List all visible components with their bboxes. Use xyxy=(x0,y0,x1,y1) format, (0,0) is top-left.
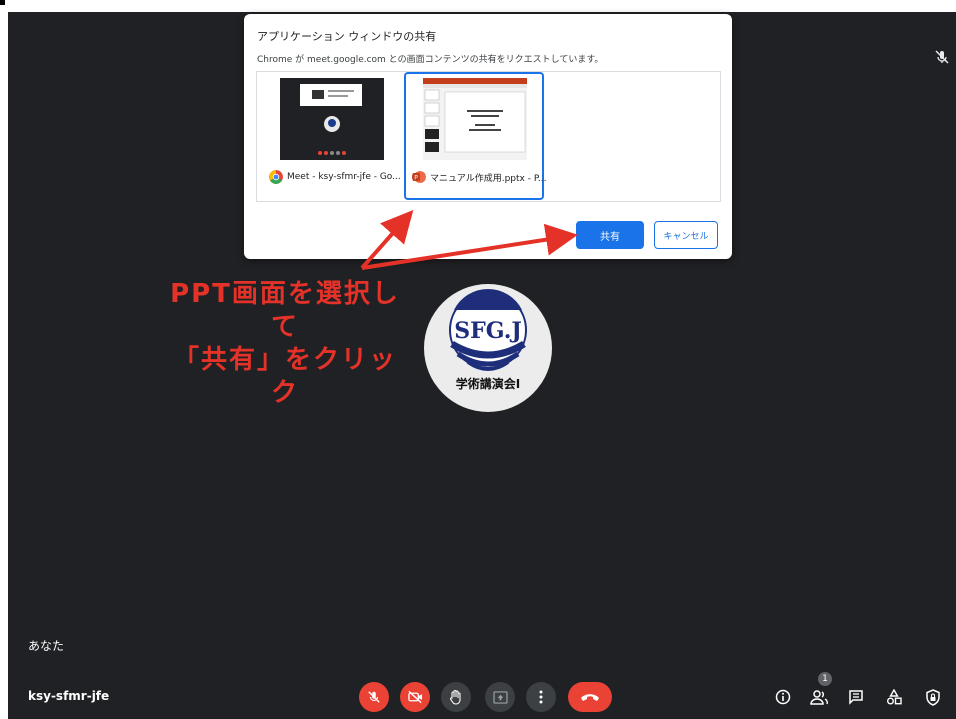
annotation-line-2: 「共有」をクリック xyxy=(172,345,397,408)
meeting-info-button[interactable] xyxy=(770,684,796,710)
more-options-button[interactable] xyxy=(526,682,556,712)
chat-button[interactable] xyxy=(843,684,869,710)
camera-toggle-button[interactable] xyxy=(400,682,430,712)
avatar-caption: 学術講演会Ⅰ xyxy=(455,377,521,391)
info-icon xyxy=(775,689,791,705)
annotation-line-1: PPT画面を選択して xyxy=(170,279,400,342)
camera-off-icon xyxy=(407,690,422,704)
raise-hand-button[interactable] xyxy=(441,682,471,712)
svg-text:SFG.J: SFG.J xyxy=(454,318,522,344)
participant-avatar: SFG.J 学術講演会Ⅰ xyxy=(424,284,552,412)
more-options-icon xyxy=(539,690,543,704)
chat-icon xyxy=(849,690,863,705)
mic-toggle-button[interactable] xyxy=(359,682,389,712)
activities-icon xyxy=(887,689,902,705)
mic-off-icon xyxy=(368,691,380,703)
annotation-text: PPT画面を選択して 「共有」をクリック xyxy=(160,278,410,410)
raise-hand-icon xyxy=(449,689,461,705)
host-controls-icon xyxy=(926,688,940,706)
activities-button[interactable] xyxy=(881,684,907,710)
present-icon xyxy=(492,690,508,704)
end-call-icon xyxy=(581,694,599,701)
people-icon xyxy=(810,690,828,705)
host-controls-button[interactable] xyxy=(920,684,946,710)
self-label: あなた xyxy=(28,639,65,653)
arrow-to-share-button xyxy=(361,223,578,270)
people-button[interactable] xyxy=(806,684,832,710)
end-call-button[interactable] xyxy=(568,682,612,712)
organization-logo: SFG.J xyxy=(449,288,527,371)
meeting-code: ksy-sfmr-jfe xyxy=(28,689,110,703)
participants-badge: 1 xyxy=(818,672,832,686)
present-button[interactable] xyxy=(485,682,515,712)
